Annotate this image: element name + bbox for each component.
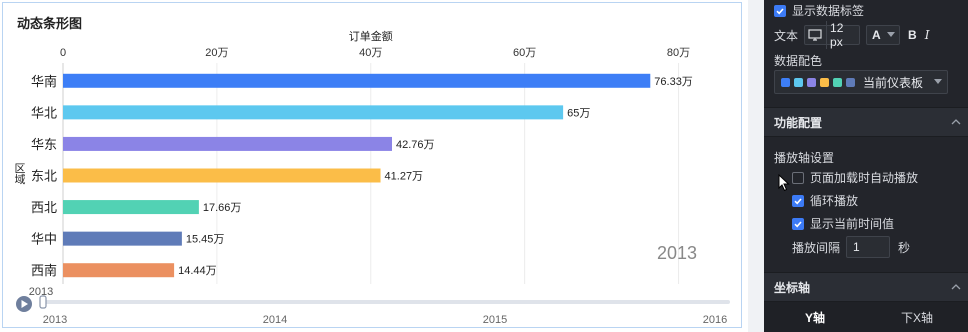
timeline-current-label: 2013	[29, 286, 53, 298]
loop-play-label: 循环播放	[810, 194, 859, 208]
x-tick-label: 40万	[359, 47, 382, 59]
x-axis-title: 订单金额	[349, 29, 393, 43]
interval-input[interactable]: 1	[846, 236, 891, 258]
x-tick-label: 0	[60, 47, 66, 59]
playback-axis-settings-label: 播放轴设置	[774, 151, 835, 165]
font-color-select[interactable]: A	[866, 25, 901, 45]
loop-play-row[interactable]: 循环播放	[792, 192, 858, 209]
interval-unit: 秒	[898, 240, 911, 255]
palette-swatches	[781, 77, 859, 87]
x-tick-label: 60万	[513, 47, 536, 59]
show-data-labels-label: 显示数据标签	[792, 4, 865, 18]
bold-button[interactable]: B	[908, 28, 917, 42]
data-label: 65万	[567, 107, 590, 119]
timeline-tick-label: 2014	[263, 314, 287, 326]
caret-down-icon	[934, 79, 942, 85]
data-label: 41.27万	[385, 171, 424, 183]
italic-button[interactable]: I	[925, 28, 930, 42]
data-label: 14.44万	[178, 265, 217, 277]
category-label: 西南	[31, 263, 57, 278]
monitor-icon	[808, 29, 822, 41]
category-label: 华中	[31, 232, 57, 247]
category-label: 华东	[31, 137, 57, 152]
show-current-time-label: 显示当前时间值	[810, 217, 895, 231]
data-label: 17.66万	[203, 202, 242, 214]
data-color-label: 数据配色	[774, 54, 823, 68]
bar	[63, 73, 651, 88]
settings-panel: 显示数据标签 文本 12 px A B I 数据配色 当前仪表板 功能配置 播放…	[764, 0, 968, 332]
mouse-cursor-icon	[778, 173, 790, 195]
feature-config-title: 功能配置	[774, 115, 823, 130]
interval-label: 播放间隔	[792, 240, 841, 255]
bar	[63, 231, 182, 246]
show-current-time-checkbox[interactable]	[792, 217, 804, 230]
bar	[63, 168, 381, 183]
current-year-watermark: 2013	[657, 243, 697, 263]
chart-card[interactable]: 动态条形图 订单金额 0 20万 40万 60万 80万区域华南 76.33万 华北 65万 华东…	[2, 2, 742, 328]
text-style-row: 文本 12 px A B I	[774, 21, 930, 49]
x-tick-label: 20万	[205, 47, 228, 59]
palette-swatch	[833, 77, 842, 87]
feature-config-header[interactable]: 功能配置	[764, 107, 968, 137]
axis-tabs: Y轴 下X轴	[764, 302, 968, 332]
category-label: 东北	[31, 169, 57, 184]
x-tick-label: 80万	[667, 47, 690, 59]
palette-swatch	[846, 77, 855, 87]
font-size-value: 12 px	[826, 21, 859, 49]
bar	[63, 263, 175, 278]
bar	[63, 105, 564, 120]
show-current-time-row[interactable]: 显示当前时间值	[792, 215, 894, 232]
palette-row: 当前仪表板	[774, 70, 948, 94]
palette-swatch	[820, 77, 829, 87]
timeline-tick-label: 2013	[43, 314, 67, 326]
category-label: 西北	[31, 200, 57, 215]
show-data-labels-row[interactable]: 显示数据标签	[774, 2, 864, 19]
bar	[63, 200, 199, 215]
show-data-labels-checkbox[interactable]	[774, 4, 786, 17]
bar-chart: 订单金额0 20万 40万 60万 80万区域华南 76.33万华北 65万华东 42.76万…	[15, 29, 730, 326]
category-label: 华南	[31, 74, 57, 89]
timeline-tick-label: 2016	[703, 314, 727, 326]
palette-swatch	[807, 77, 816, 87]
palette-swatch	[794, 77, 803, 87]
caret-down-icon	[886, 32, 895, 38]
text-label: 文本	[774, 28, 799, 43]
tab-y-axis[interactable]: Y轴	[764, 302, 866, 332]
autoplay-checkbox[interactable]	[792, 171, 804, 184]
data-color-label-row: 数据配色	[774, 52, 822, 69]
data-label: 15.45万	[186, 234, 225, 246]
data-label: 42.76万	[396, 139, 435, 151]
autoplay-label: 页面加载时自动播放	[810, 171, 919, 185]
axis-section-title: 坐标轴	[774, 280, 811, 295]
playback-axis-settings-row: 播放轴设置	[774, 149, 834, 166]
palette-swatch	[781, 77, 790, 87]
palette-name: 当前仪表板	[863, 75, 924, 90]
font-size-control[interactable]: 12 px	[804, 21, 861, 49]
timeline-tick-label: 2015	[483, 314, 507, 326]
chevron-up-icon[interactable]	[950, 116, 962, 131]
y-axis-title: 域	[15, 173, 26, 186]
tab-x-axis[interactable]: 下X轴	[866, 302, 968, 332]
data-label: 76.33万	[654, 76, 693, 88]
axis-section-header[interactable]: 坐标轴	[764, 272, 968, 302]
palette-select[interactable]: 当前仪表板	[774, 70, 948, 94]
font-color-letter: A	[872, 28, 881, 42]
interval-row: 播放间隔 1 秒	[792, 236, 910, 258]
autoplay-row[interactable]: 页面加载时自动播放	[792, 169, 918, 186]
category-label: 华北	[31, 105, 57, 120]
panel-gutter	[748, 0, 764, 332]
chart-panel: 动态条形图 订单金额 0 20万 40万 60万 80万区域华南 76.33万 华北 65万 华东…	[0, 0, 748, 332]
chevron-up-icon[interactable]	[950, 281, 962, 296]
loop-play-checkbox[interactable]	[792, 194, 804, 207]
bar	[63, 136, 393, 151]
